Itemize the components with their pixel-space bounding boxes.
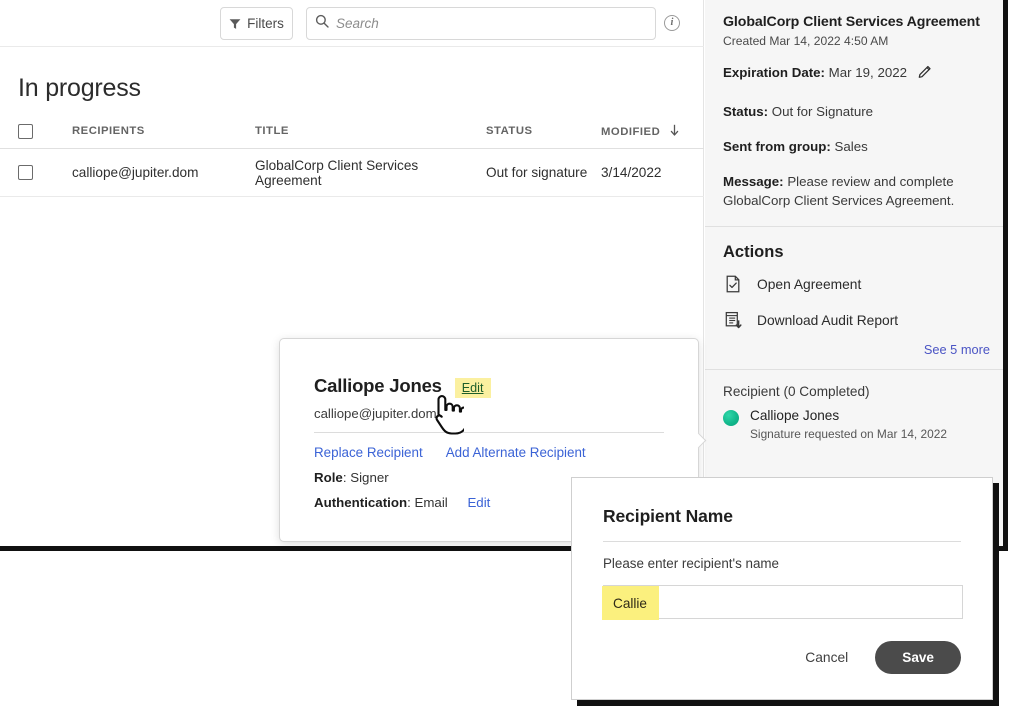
list-toolbar: Filters Search i: [0, 0, 704, 47]
role-label: Role: [314, 470, 343, 485]
expiration-date-field: Expiration Date: Mar 19, 2022: [723, 64, 990, 87]
message-label: Message:: [723, 174, 784, 189]
search-icon: [315, 14, 329, 33]
actions-heading: Actions: [705, 227, 1008, 266]
search-placeholder: Search: [336, 16, 379, 31]
screen-root: Filters Search i In progress: [0, 0, 1013, 711]
dialog-subtitle: Please enter recipient's name: [603, 556, 961, 571]
rail-agreement-title: GlobalCorp Client Services Agreement: [723, 14, 990, 30]
filters-button[interactable]: Filters: [220, 7, 293, 40]
action-open-agreement-label: Open Agreement: [757, 277, 861, 292]
cell-status: Out for signature: [486, 165, 601, 180]
cell-title: GlobalCorp Client Services Agreement: [255, 158, 486, 188]
sent-from-group-field: Sent from group: Sales: [723, 138, 990, 157]
report-download-icon: [723, 310, 743, 330]
recipient-name-dialog: Recipient Name Please enter recipient's …: [571, 477, 993, 700]
arrow-down-icon: [670, 124, 679, 139]
add-alternate-recipient-link[interactable]: Add Alternate Recipient: [446, 445, 586, 460]
message-field: Message: Please review and complete Glob…: [723, 173, 990, 211]
auth-label: Authentication: [314, 495, 407, 510]
cell-modified: 3/14/2022: [601, 165, 704, 180]
save-button[interactable]: Save: [875, 641, 961, 674]
edit-name-link[interactable]: Edit: [455, 378, 492, 398]
select-all-checkbox[interactable]: [18, 124, 33, 139]
cancel-button[interactable]: Cancel: [795, 642, 858, 673]
see-more-link[interactable]: See 5 more: [705, 338, 1008, 369]
column-header-status[interactable]: STATUS: [486, 125, 601, 137]
expiration-date-label: Expiration Date:: [723, 65, 825, 80]
cell-recipients: calliope@jupiter.dom: [72, 165, 255, 180]
agreement-details-rail: GlobalCorp Client Services Agreement Cre…: [705, 0, 1008, 546]
pencil-icon[interactable]: [917, 64, 934, 87]
recipient-name-input[interactable]: Callie: [603, 585, 963, 619]
dialog-body: Recipient Name Please enter recipient's …: [572, 478, 992, 674]
recipient-entry-text: Calliope Jones Signature requested on Ma…: [750, 407, 947, 441]
recipient-entry-name: Calliope Jones: [750, 408, 839, 423]
recipient-card-email: calliope@jupiter.dom: [314, 406, 664, 421]
recipient-card-name: Calliope Jones: [314, 375, 442, 397]
table-header-row: RECIPIENTS TITLE STATUS MODIFIED: [0, 114, 704, 149]
recipient-name-input-value: Callie: [602, 586, 659, 620]
edit-authentication-link[interactable]: Edit: [467, 495, 490, 510]
status-value: Out for Signature: [772, 104, 873, 119]
group-value: Sales: [835, 139, 868, 154]
row-checkbox[interactable]: [18, 165, 33, 180]
dialog-buttons: Cancel Save: [603, 641, 961, 674]
recipient-card-links: Replace Recipient Add Alternate Recipien…: [314, 445, 664, 460]
search-input[interactable]: Search: [306, 7, 656, 40]
table-row[interactable]: calliope@jupiter.dom GlobalCorp Client S…: [0, 149, 704, 197]
agreements-table: RECIPIENTS TITLE STATUS MODIFIED: [0, 114, 704, 197]
replace-recipient-link[interactable]: Replace Recipient: [314, 445, 423, 460]
column-header-title[interactable]: TITLE: [255, 125, 486, 137]
row-select-cell: [0, 165, 72, 180]
group-label: Sent from group:: [723, 139, 831, 154]
info-icon[interactable]: i: [664, 15, 680, 31]
page-title: In progress: [18, 74, 141, 103]
document-check-icon: [723, 274, 743, 294]
action-download-audit-report[interactable]: Download Audit Report: [705, 302, 1008, 338]
select-all-cell: [0, 124, 72, 139]
status-label: Status:: [723, 104, 768, 119]
recipient-status-dot-icon: [723, 410, 739, 426]
action-open-agreement[interactable]: Open Agreement: [705, 266, 1008, 302]
column-header-modified[interactable]: MODIFIED: [601, 124, 704, 139]
recipient-entry[interactable]: Calliope Jones Signature requested on Ma…: [705, 407, 1008, 441]
filters-label: Filters: [247, 16, 284, 31]
recipient-name-row: Calliope Jones Edit: [314, 375, 664, 398]
dialog-divider: [603, 541, 961, 542]
expiration-date-value: Mar 19, 2022: [829, 65, 907, 80]
column-header-recipients[interactable]: RECIPIENTS: [72, 125, 255, 137]
auth-value: Email: [414, 495, 447, 510]
recipient-card-divider: [314, 432, 664, 433]
agreement-summary: GlobalCorp Client Services Agreement Cre…: [705, 0, 1008, 226]
funnel-icon: [229, 18, 241, 30]
dialog-title: Recipient Name: [603, 506, 961, 527]
recipient-heading: Recipient (0 Completed): [705, 370, 1008, 407]
role-value: Signer: [350, 470, 388, 485]
recipient-entry-sub: Signature requested on Mar 14, 2022: [750, 427, 947, 441]
status-field: Status: Out for Signature: [723, 103, 990, 122]
rail-created-date: Created Mar 14, 2022 4:50 AM: [723, 34, 990, 48]
action-download-audit-report-label: Download Audit Report: [757, 313, 898, 328]
